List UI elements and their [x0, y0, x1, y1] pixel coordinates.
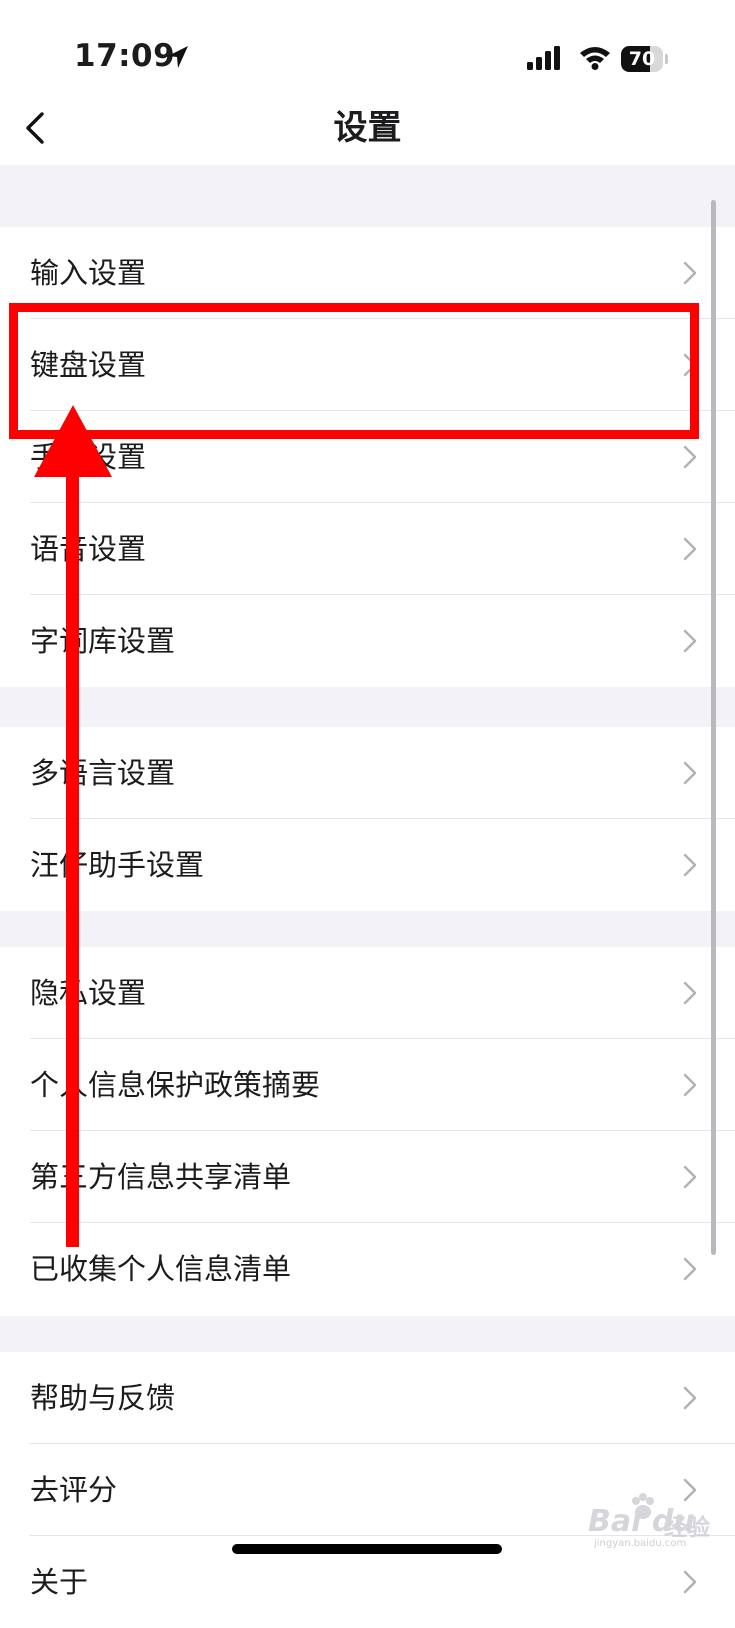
chevron-right-icon [683, 853, 697, 877]
section-gap [0, 1316, 735, 1352]
chevron-right-icon [683, 1386, 697, 1410]
chevron-right-icon [683, 1570, 697, 1594]
status-time: 17:09 [74, 38, 176, 74]
settings-group-help: 帮助与反馈 去评分 关于 [0, 1352, 735, 1628]
section-gap [0, 165, 735, 227]
settings-item-label: 汪仔助手设置 [30, 848, 205, 882]
chevron-right-icon [683, 1257, 697, 1281]
settings-group-privacy: 隐私设置 个人信息保护政策摘要 第三方信息共享清单 已收集个人信息清单 [0, 947, 735, 1315]
settings-item-privacy-policy-summary[interactable]: 个人信息保护政策摘要 [0, 1039, 735, 1131]
page-title: 设置 [333, 108, 402, 148]
annotation-arrow-up-icon [34, 405, 112, 477]
settings-item-label: 多语言设置 [30, 756, 176, 790]
settings-item-voice[interactable]: 语音设置 [0, 503, 735, 595]
home-indicator[interactable] [232, 1544, 502, 1554]
navigation-bar: 设置 [0, 100, 735, 165]
watermark-cn: 经验 [664, 1515, 710, 1541]
chevron-right-icon [683, 537, 697, 561]
settings-group-language: 多语言设置 汪仔助手设置 [0, 727, 735, 911]
settings-item-collected-info[interactable]: 已收集个人信息清单 [0, 1223, 735, 1315]
settings-item-multilanguage[interactable]: 多语言设置 [0, 727, 735, 819]
scroll-indicator[interactable] [711, 200, 716, 1255]
settings-item-label: 字词库设置 [30, 624, 176, 658]
section-gap [0, 687, 735, 727]
cellular-signal-icon [527, 46, 560, 70]
settings-item-privacy[interactable]: 隐私设置 [0, 947, 735, 1039]
watermark-url: jingyan.baidu.com [594, 1538, 687, 1549]
chevron-right-icon [683, 261, 697, 285]
chevron-right-icon [683, 445, 697, 469]
battery-icon: 70 [621, 46, 669, 74]
settings-item-dictionary[interactable]: 字词库设置 [0, 595, 735, 687]
baidu-jingyan-watermark: Bai du 经验 jingyan.baidu.com [560, 1492, 720, 1552]
annotation-arrow-shaft [66, 472, 79, 1247]
chevron-right-icon [683, 761, 697, 785]
battery-level-text: 70 [628, 48, 656, 70]
settings-item-third-party-sharing[interactable]: 第三方信息共享清单 [0, 1131, 735, 1223]
settings-item-label: 关于 [30, 1565, 89, 1599]
settings-item-label: 语音设置 [30, 532, 147, 566]
status-bar: 17:09 70 [0, 0, 735, 100]
settings-item-assistant[interactable]: 汪仔助手设置 [0, 819, 735, 911]
highlight-box-keyboard-settings [9, 303, 699, 439]
settings-item-help-feedback[interactable]: 帮助与反馈 [0, 1352, 735, 1444]
settings-item-label: 帮助与反馈 [30, 1381, 176, 1415]
wifi-icon [580, 47, 610, 70]
chevron-right-icon [683, 629, 697, 653]
location-arrow-icon [168, 46, 188, 68]
settings-item-label: 隐私设置 [30, 976, 147, 1010]
chevron-right-icon [683, 981, 697, 1005]
settings-item-label: 去评分 [30, 1473, 118, 1507]
chevron-right-icon [683, 1165, 697, 1189]
section-gap [0, 911, 735, 947]
chevron-right-icon [683, 1073, 697, 1097]
